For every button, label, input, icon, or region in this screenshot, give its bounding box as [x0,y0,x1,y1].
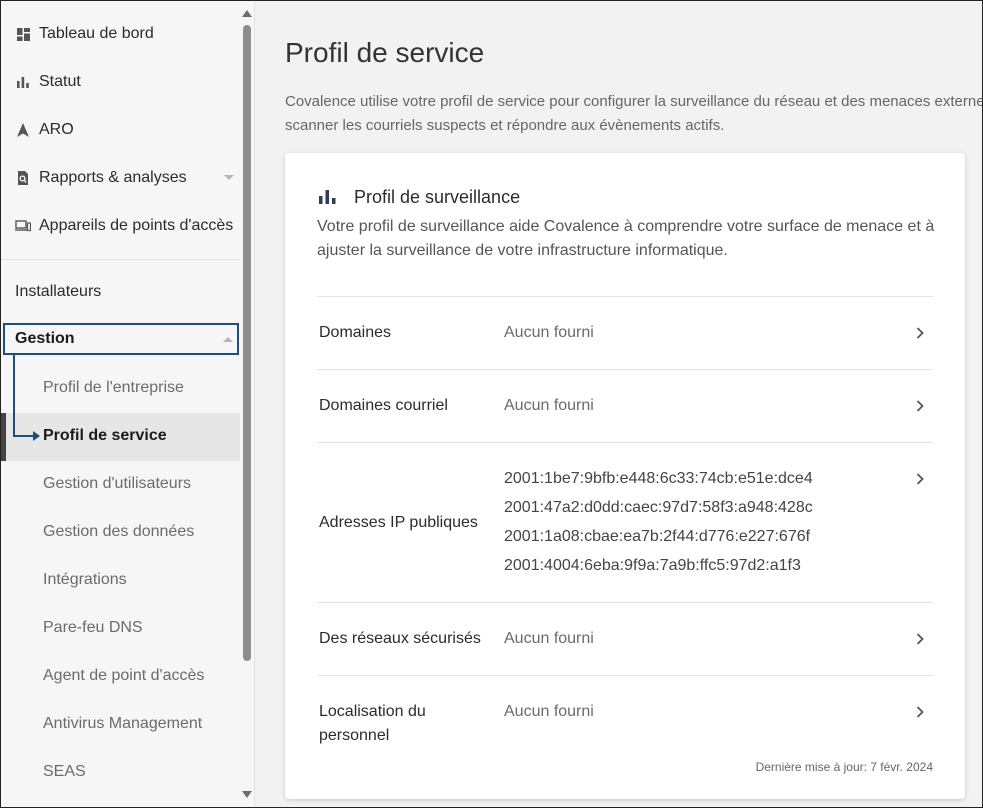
sidebar-group-management[interactable]: Gestion [3,323,239,355]
bar-chart-icon [15,74,31,90]
row-value: Aucun fourni [504,703,594,720]
chevron-right-icon[interactable] [913,632,927,646]
sidebar-item-dashboard[interactable]: Tableau de bord [1,10,240,58]
page-title: Profil de service [285,37,485,68]
ip-address: 2001:4004:6eba:9f9a:7a9b:ffc5:97d2:a1f3 [504,557,801,574]
chevron-right-icon[interactable] [913,472,927,486]
profile-row-secure-networks[interactable]: Des réseaux sécurisés Aucun fourni [317,602,933,676]
row-value: Aucun fourni [504,324,594,341]
scroll-down-icon[interactable] [242,791,252,798]
profile-row-email-domains[interactable]: Domaines courriel Aucun fourni [317,369,933,443]
sidebar-item-integrations[interactable]: Intégrations [43,571,127,589]
navigation-arrow-icon [15,122,31,138]
row-label: Des réseaux sécurisés [319,630,481,647]
sidebar-item-seas[interactable]: SEAS [43,763,86,781]
sidebar-item-label: Rapports & analyses [39,169,187,186]
sidebar-item-company-profile[interactable]: Profil de l'entreprise [43,379,184,397]
app-window: Tableau de bord Statut ARO Rapports & an… [0,0,983,808]
chevron-up-icon[interactable] [223,337,233,342]
sidebar-item-service-profile[interactable]: Profil de service [43,427,167,445]
row-label: Adresses IP publiques [319,514,478,531]
sidebar-item-user-management[interactable]: Gestion d'utilisateurs [43,475,191,493]
ip-address: 2001:47a2:d0dd:caec:97d7:58f3:a948:428c [504,499,813,516]
sidebar-item-endpoint-agent[interactable]: Agent de point d'accès [43,667,204,685]
sidebar-item-status[interactable]: Statut [1,58,240,106]
sidebar-divider [1,259,240,260]
sidebar-item-endpoint-devices[interactable]: Appareils de points d'accès [1,202,240,250]
sidebar-group-label: Gestion [15,330,75,347]
row-label: Domaines courriel [319,397,448,414]
card-description: Votre profil de surveillance aide Covale… [317,218,935,259]
sidebar: Tableau de bord Statut ARO Rapports & an… [1,1,255,807]
scrollbar-thumb[interactable] [243,25,251,661]
ip-address-list: 2001:1be7:9bfb:e448:6c33:74cb:e51e:dce4 … [504,464,813,580]
sidebar-item-installers[interactable]: Installateurs [15,283,101,301]
report-search-icon [15,170,31,186]
main-content: Profil de service Covalence utilise votr… [255,1,982,807]
sidebar-item-data-management[interactable]: Gestion des données [43,523,194,541]
sidebar-item-label: ARO [39,121,74,138]
ip-address: 2001:1a08:cbae:ea7b:2f44:d776:e227:676f [504,528,811,545]
profile-row-domains[interactable]: Domaines Aucun fourni [317,296,933,370]
card-header: Profil de surveillance [319,187,520,208]
profile-row-staff-location[interactable]: Localisation du personnel Aucun fourni [317,675,933,756]
sidebar-item-dns-firewall[interactable]: Pare-feu DNS [43,619,143,637]
annotation-connector [13,355,15,437]
row-value: Aucun fourni [504,397,594,414]
chevron-right-icon[interactable] [913,399,927,413]
sidebar-item-label: Appareils de points d'accès [39,217,234,234]
dashboard-icon [15,26,31,42]
chevron-right-icon[interactable] [913,705,927,719]
ip-address: 2001:1be7:9bfb:e448:6c33:74cb:e51e:dce4 [504,470,813,487]
sidebar-active-indicator [1,413,6,461]
row-value: Aucun fourni [504,630,594,647]
sidebar-scrollbar[interactable] [240,1,254,807]
row-label: Localisation du personnel [319,703,426,744]
annotation-connector [13,435,35,437]
sidebar-item-label: Tableau de bord [39,25,154,42]
chevron-right-icon[interactable] [913,326,927,340]
profile-row-public-ips[interactable]: Adresses IP publiques 2001:1be7:9bfb:e44… [317,442,933,603]
sidebar-item-reports[interactable]: Rapports & analyses [1,154,240,202]
row-label: Domaines [319,324,392,341]
sidebar-item-label: Statut [39,73,81,90]
page-description: Covalence utilise votre profil de servic… [285,93,983,134]
scroll-up-icon[interactable] [242,10,252,17]
last-updated-timestamp: Dernière mise à jour: 7 févr. 2024 [755,760,933,774]
card-title: Profil de surveillance [354,187,521,207]
monitoring-profile-card: Profil de surveillance Votre profil de s… [285,153,965,799]
devices-icon [15,218,31,234]
sidebar-item-antivirus[interactable]: Antivirus Management [43,715,202,733]
sidebar-item-aro[interactable]: ARO [1,106,240,154]
annotation-arrow-icon [33,431,40,441]
bar-chart-icon [319,189,337,207]
chevron-down-icon[interactable] [224,175,234,180]
